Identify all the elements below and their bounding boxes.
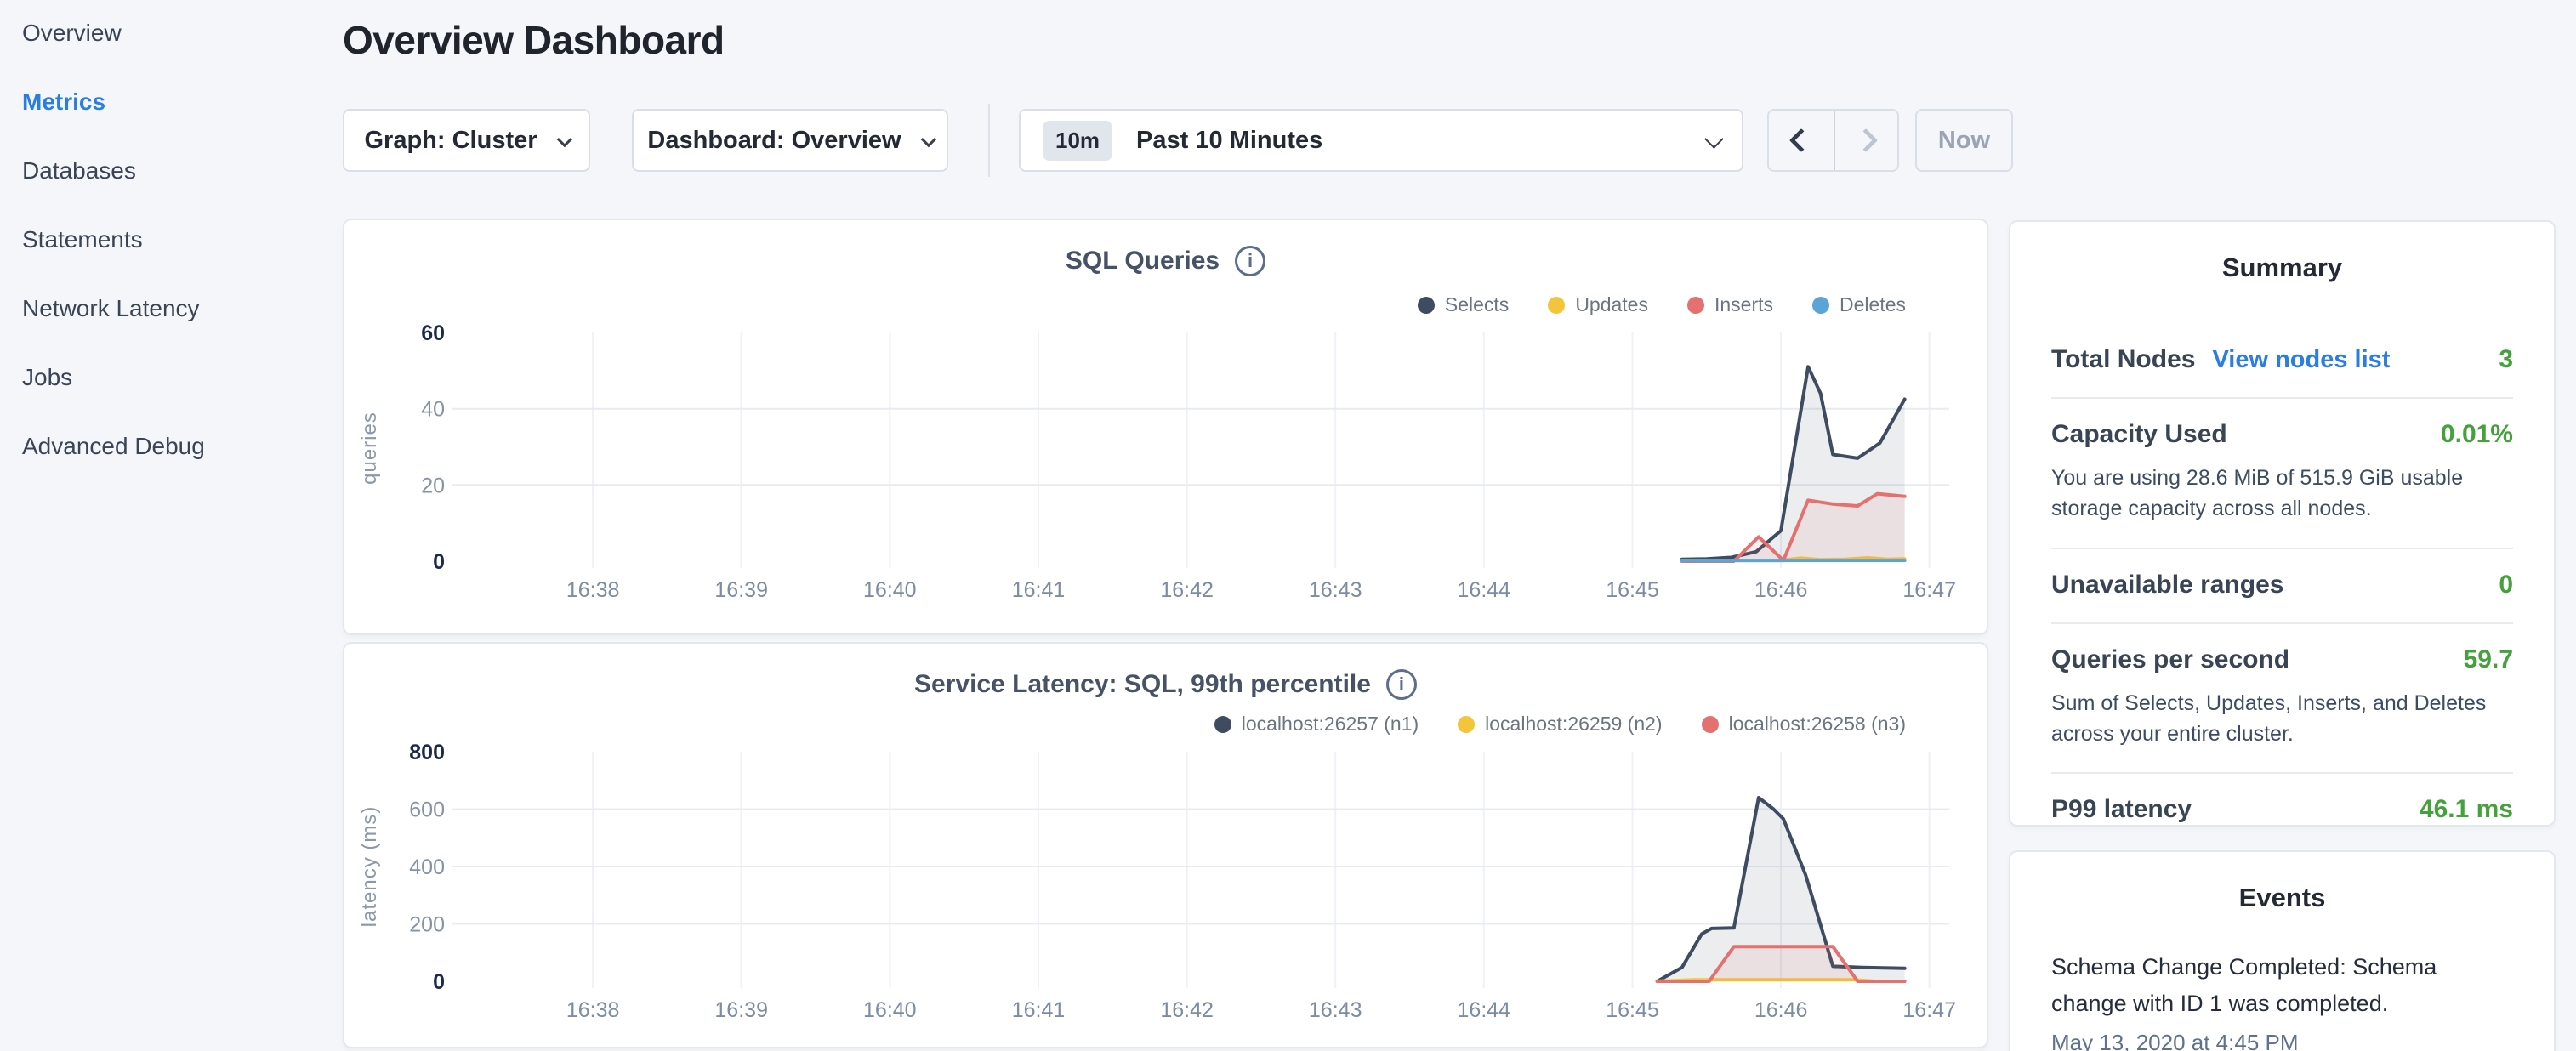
svg-text:16:46: 16:46 [1754, 998, 1808, 1022]
time-range-select[interactable]: 10m Past 10 Minutes [1019, 109, 1743, 172]
svg-text:16:39: 16:39 [714, 998, 768, 1022]
now-button[interactable]: Now [1915, 109, 2013, 172]
svg-text:16:38: 16:38 [566, 998, 620, 1022]
graph-dropdown-label: Graph: Cluster [364, 127, 537, 155]
summary-row-label: Total Nodes [2051, 345, 2195, 374]
summary-row-value: 0.01% [2441, 420, 2513, 449]
svg-text:16:41: 16:41 [1012, 998, 1066, 1022]
svg-text:16:47: 16:47 [1902, 998, 1956, 1022]
summary-row-value: 3 [2499, 345, 2513, 374]
view-nodes-list-link[interactable]: View nodes list [2212, 346, 2390, 374]
page-title: Overview Dashboard [343, 17, 725, 63]
summary-row-value: 0 [2499, 571, 2513, 599]
dashboard-dropdown-label: Dashboard: Overview [647, 127, 901, 155]
graph-dropdown[interactable]: Graph: Cluster [343, 109, 590, 172]
controls-divider [988, 104, 990, 177]
summary-row-description: Sum of Selects, Updates, Inserts, and De… [2051, 688, 2513, 750]
svg-text:16:41: 16:41 [1012, 578, 1066, 602]
svg-text:200: 200 [409, 913, 445, 937]
sql-queries-chart[interactable]: 16:38 16:39 16:40 16:41 16:42 16:43 16:44 16:45… [344, 220, 1990, 637]
chevron-down-icon [1704, 129, 1724, 149]
svg-text:16:45: 16:45 [1606, 998, 1659, 1022]
sidebar-item-databases[interactable]: Databases [22, 157, 136, 185]
svg-text:800: 800 [409, 741, 445, 764]
sidebar-item-metrics[interactable]: Metrics [22, 88, 105, 116]
summary-rows: Total Nodes View nodes list 3 Capacity Used… [2051, 324, 2513, 847]
svg-text:16:44: 16:44 [1458, 998, 1511, 1022]
svg-text:0: 0 [433, 970, 445, 994]
svg-text:16:40: 16:40 [863, 578, 917, 602]
time-window-stepper [1767, 109, 1899, 172]
events-panel: Events Schema Change Completed: Schema c… [2009, 850, 2556, 1051]
sidebar: Overview Metrics Databases Statements Networ… [0, 0, 340, 1051]
sidebar-item-overview[interactable]: Overview [22, 20, 122, 47]
svg-text:400: 400 [409, 855, 445, 879]
time-forward-button[interactable] [1834, 111, 1898, 170]
svg-text:600: 600 [409, 798, 445, 822]
summary-row: Capacity Used 0.01% You are using 28.6 MiB… [2051, 397, 2513, 548]
event-text: Schema Change Completed: Schema change w… [2051, 949, 2513, 1021]
svg-text:40: 40 [421, 398, 445, 422]
service-latency-chart-card: Service Latency: SQL, 99th percentile i … [343, 642, 1988, 1048]
svg-text:0: 0 [433, 550, 445, 574]
svg-text:16:40: 16:40 [863, 998, 917, 1022]
summary-row-label: Capacity Used [2051, 420, 2227, 449]
chevron-down-icon [920, 131, 935, 146]
summary-panel: Summary Total Nodes View nodes list 3 Capac… [2009, 220, 2556, 827]
svg-text:16:39: 16:39 [714, 578, 768, 602]
chevron-left-icon [1789, 128, 1813, 152]
events-list: Schema Change Completed: Schema change w… [2051, 949, 2513, 1051]
svg-text:16:43: 16:43 [1309, 578, 1362, 602]
chevron-right-icon [1854, 128, 1878, 152]
sql-queries-chart-card: SQL Queries i SelectsUpdatesInsertsDelet… [343, 219, 1988, 635]
summary-row-description: You are using 28.6 MiB of 515.9 GiB usab… [2051, 463, 2513, 525]
summary-row: P99 latency 46.1 ms [2051, 772, 2513, 847]
summary-row: Queries per second 59.7 Sum of Selects, Up… [2051, 622, 2513, 773]
summary-row-value: 59.7 [2464, 645, 2513, 674]
time-range-label: Past 10 Minutes [1136, 127, 1322, 155]
summary-row: Total Nodes View nodes list 3 [2051, 324, 2513, 397]
summary-row-label: Queries per second [2051, 645, 2289, 674]
sidebar-item-statements[interactable]: Statements [22, 226, 143, 253]
summary-row-label: P99 latency [2051, 795, 2192, 824]
summary-title: Summary [2051, 253, 2513, 283]
event-timestamp: May 13, 2020 at 4:45 PM [2051, 1030, 2513, 1051]
chevron-down-icon [556, 131, 571, 146]
event-item[interactable]: Schema Change Completed: Schema change w… [2051, 949, 2513, 1051]
summary-row-value: 46.1 ms [2420, 795, 2513, 824]
svg-text:16:38: 16:38 [566, 578, 620, 602]
svg-text:16:46: 16:46 [1754, 578, 1808, 602]
svg-text:16:45: 16:45 [1606, 578, 1659, 602]
dashboard-dropdown[interactable]: Dashboard: Overview [632, 109, 948, 172]
summary-row-label: Unavailable ranges [2051, 571, 2283, 599]
service-latency-chart[interactable]: 16:38 16:39 16:40 16:41 16:42 16:43 16:44 16:45… [344, 644, 1990, 1050]
svg-text:16:43: 16:43 [1309, 998, 1362, 1022]
sidebar-item-network-latency[interactable]: Network Latency [22, 295, 200, 322]
svg-text:16:42: 16:42 [1160, 998, 1214, 1022]
time-range-badge: 10m [1043, 121, 1112, 161]
events-title: Events [2051, 883, 2513, 913]
sidebar-item-advanced-debug[interactable]: Advanced Debug [22, 433, 205, 460]
svg-text:20: 20 [421, 474, 445, 497]
time-back-button[interactable] [1769, 111, 1834, 170]
svg-text:16:47: 16:47 [1902, 578, 1956, 602]
sidebar-item-jobs[interactable]: Jobs [22, 364, 72, 391]
svg-text:60: 60 [421, 321, 445, 345]
summary-row: Unavailable ranges 0 [2051, 548, 2513, 622]
svg-text:16:42: 16:42 [1160, 578, 1214, 602]
svg-text:16:44: 16:44 [1458, 578, 1511, 602]
